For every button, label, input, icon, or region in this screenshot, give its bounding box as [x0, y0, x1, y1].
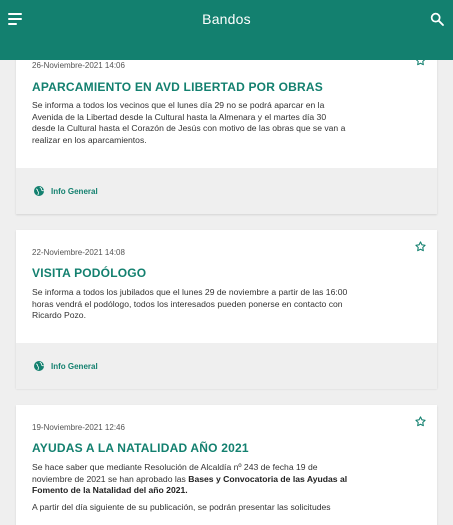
page-title: Bandos — [202, 11, 251, 27]
search-icon[interactable] — [429, 11, 445, 27]
post-date: 19-Noviembre-2021 12:46 — [32, 423, 125, 432]
post-body-line: Fomento de la Natalidad del año 2021. — [32, 485, 419, 497]
bandos-feed[interactable]: 26-Noviembre-2021 14:06 APARCAMIENTO EN … — [0, 0, 453, 525]
star-outline-icon[interactable] — [414, 415, 427, 428]
post-title[interactable]: AYUDAS A LA NATALIDAD AÑO 2021 — [32, 441, 397, 455]
globe-icon — [34, 361, 45, 371]
post-body-line: horas vendrá el podólogo, todos los inte… — [32, 298, 343, 309]
post-body-line: noviembre de 2021 se han aprobado las Ba… — [32, 474, 419, 486]
post-category[interactable]: Info General — [16, 343, 437, 389]
post-body-line: Ricardo Pozo. — [32, 310, 86, 321]
post-body-line: Se hace saber que mediante Resolución de… — [32, 462, 318, 472]
post-card[interactable]: 26-Noviembre-2021 14:06 APARCAMIENTO EN … — [16, 43, 437, 214]
category-label: Info General — [51, 186, 98, 196]
post-body: Se informa a todos los vecinos que el lu… — [32, 100, 419, 146]
post-body: Se informa a todos los jubilados que el … — [32, 287, 419, 322]
post-date: 22-Noviembre-2021 14:08 — [32, 248, 125, 257]
post-body: Se hace saber que mediante Resolución de… — [32, 462, 419, 513]
post-category[interactable]: Info General — [16, 168, 437, 214]
post-body-bold: Fomento de la Natalidad del año 2021. — [32, 485, 188, 496]
category-label: Info General — [51, 361, 98, 371]
post-date: 26-Noviembre-2021 14:06 — [32, 61, 125, 70]
post-body-line: Se informa a todos los jubilados que el … — [32, 287, 348, 297]
post-card[interactable]: 19-Noviembre-2021 12:46 AYUDAS A LA NATA… — [16, 405, 437, 525]
globe-icon — [34, 186, 45, 196]
post-body-line: desde la Cultural hasta el Corazón de Je… — [32, 123, 346, 134]
post-body-line: Se informa a todos los vecinos que el lu… — [32, 100, 325, 110]
post-title[interactable]: VISITA PODÓLOGO — [32, 266, 397, 280]
post-body-line: Avenida de la Libertad desde la Cultural… — [32, 111, 327, 122]
post-body-bold: Bases y Convocatoria de las Ayudas al — [188, 473, 348, 484]
post-card[interactable]: 22-Noviembre-2021 14:08 VISITA PODÓLOGO … — [16, 230, 437, 389]
post-body-text: noviembre de 2021 se han aprobado las — [32, 473, 189, 484]
star-outline-icon[interactable] — [414, 240, 427, 253]
app-bar: Bandos — [0, 0, 453, 60]
post-body-line: realizar en los aparcamientos. — [32, 134, 147, 145]
post-title[interactable]: APARCAMIENTO EN AVD LIBERTAD POR OBRAS — [32, 80, 397, 94]
